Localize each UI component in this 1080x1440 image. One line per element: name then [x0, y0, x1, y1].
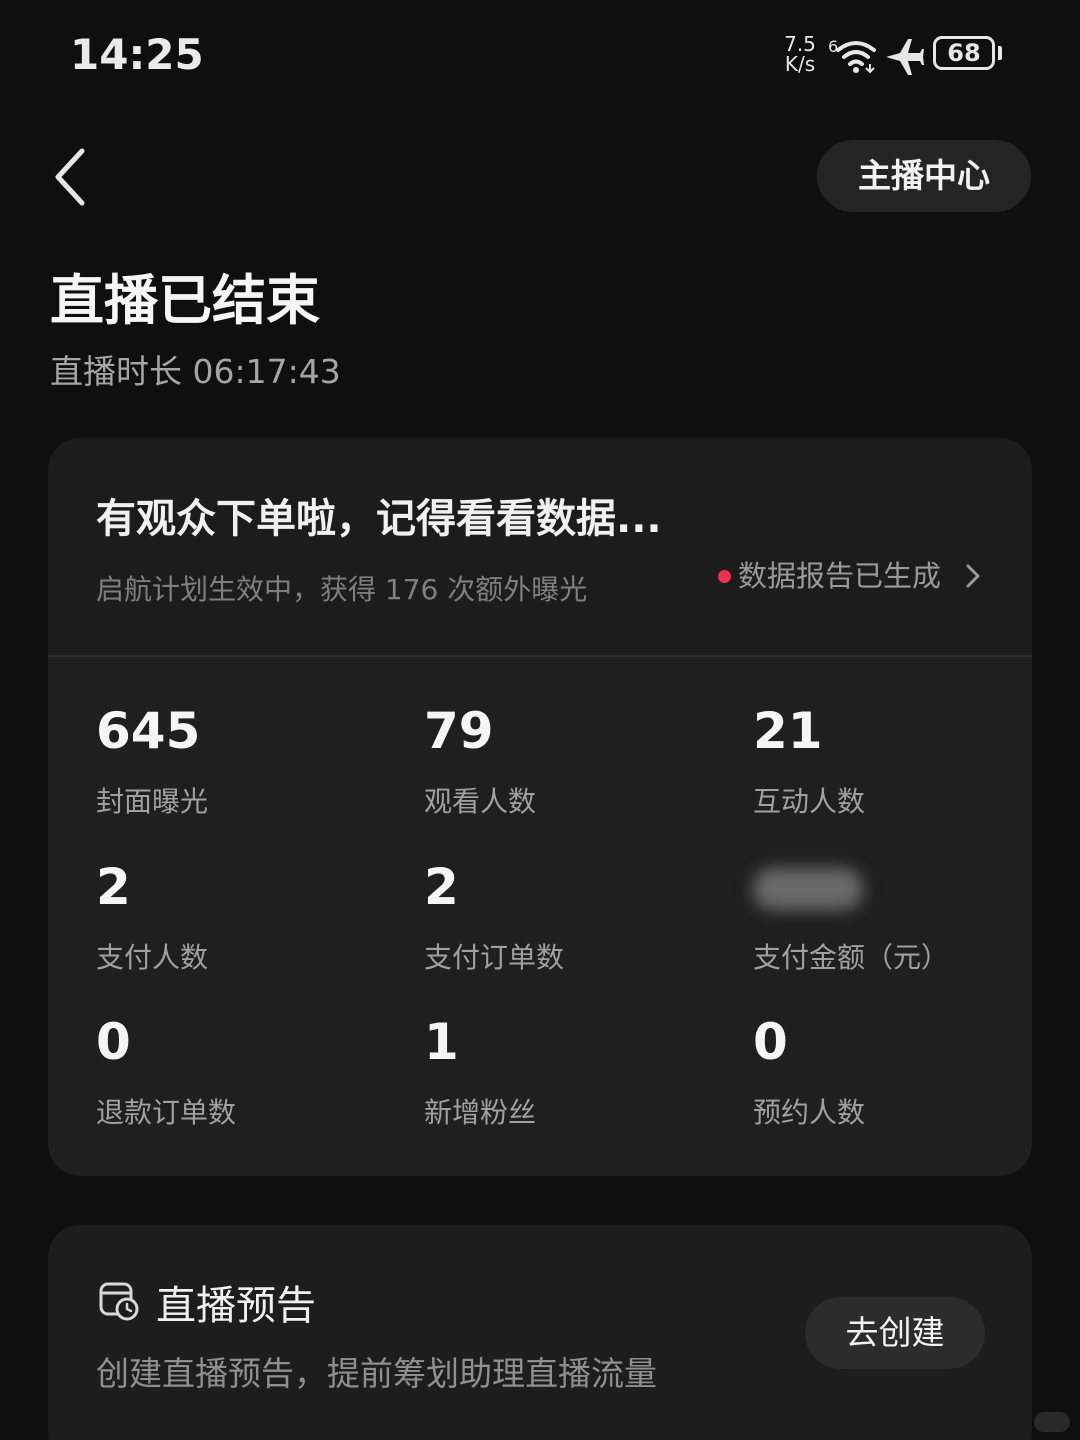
wifi-icon: 6 [828, 37, 876, 74]
data-report-label: 数据报告已生成 [738, 559, 942, 593]
stat-label: 退款订单数 [96, 1096, 237, 1129]
stats-subline: 启航计划生效中，获得 176 次额外曝光 [96, 573, 588, 606]
preview-title: 直播预告 [156, 1283, 316, 1329]
stat-label: 支付订单数 [424, 941, 565, 974]
network-speed-value: 7.5 [784, 32, 816, 56]
stat-label: 观看人数 [424, 785, 537, 818]
live-stats-card: 有观众下单啦，记得看看数据... 启航计划生效中，获得 176 次额外曝光 数据… [48, 438, 1032, 1176]
live-duration: 直播时长 06:17:43 [50, 352, 341, 391]
chevron-right-icon [966, 564, 980, 588]
stat-label: 预约人数 [753, 1096, 866, 1129]
network-speed: 7.5 K/s [780, 34, 820, 74]
stat-value: 645 [96, 702, 201, 760]
stat-label: 封面曝光 [96, 785, 209, 818]
stat-label: 支付人数 [96, 941, 209, 974]
watermark [1034, 1412, 1070, 1432]
live-preview-card: 直播预告 创建直播预告，提前筹划助理直播流量 去创建 [48, 1225, 1032, 1440]
stat-value: 79 [424, 702, 494, 760]
preview-description: 创建直播预告，提前筹划助理直播流量 [96, 1354, 657, 1393]
page-title: 直播已结束 [50, 269, 320, 332]
network-speed-unit: K/s [784, 52, 816, 76]
blurred-amount [753, 868, 863, 910]
back-arrow-icon[interactable] [50, 145, 94, 209]
airplane-mode-icon [886, 39, 924, 75]
stat-value: 0 [96, 1013, 131, 1071]
live-ended-screen: 14:25 7.5 K/s 6 68 主播中心 直播已结束 直播时长 06:17… [0, 0, 1080, 1440]
calendar-clock-icon [99, 1282, 139, 1321]
stat-label: 支付金额（元） [753, 941, 950, 974]
battery-indicator: 68 [933, 36, 995, 70]
anchor-center-button[interactable]: 主播中心 [817, 140, 1031, 212]
stats-card-header: 有观众下单啦，记得看看数据... 启航计划生效中，获得 176 次额外曝光 数据… [48, 438, 1032, 657]
stat-value: 21 [753, 702, 823, 760]
create-preview-button[interactable]: 去创建 [805, 1297, 985, 1369]
status-time: 14:25 [70, 30, 204, 79]
stat-label: 互动人数 [753, 785, 866, 818]
stat-value: 2 [96, 858, 131, 916]
battery-tip [998, 46, 1002, 60]
stats-headline: 有观众下单啦，记得看看数据... [96, 496, 662, 542]
stat-value: 0 [753, 1013, 788, 1071]
status-icons: 7.5 K/s 6 68 [780, 34, 1010, 78]
wifi-badge: 6 [828, 37, 838, 56]
stat-value: 1 [424, 1013, 459, 1071]
red-dot-badge [718, 570, 731, 583]
stat-label: 新增粉丝 [424, 1096, 537, 1129]
stat-value: 2 [424, 858, 459, 916]
